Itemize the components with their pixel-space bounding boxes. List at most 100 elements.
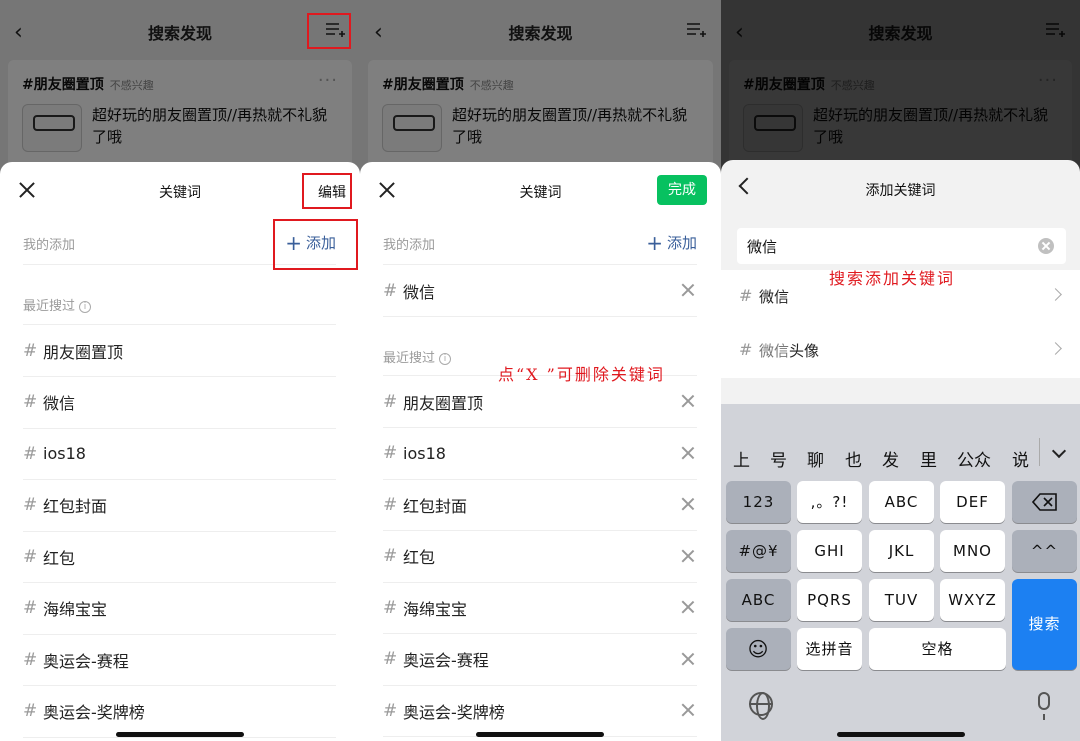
hash-icon: # bbox=[23, 392, 38, 412]
sheet-header: 添加关键词 bbox=[721, 160, 1080, 218]
candidate[interactable]: 也 bbox=[845, 446, 862, 471]
keyword-row[interactable]: # 奥运会-奖牌榜 bbox=[23, 686, 336, 738]
candidate[interactable]: 发 bbox=[882, 446, 899, 471]
delete-icon[interactable] bbox=[681, 497, 695, 511]
keyword-row[interactable]: # 海绵宝宝 bbox=[383, 582, 697, 634]
delete-icon[interactable] bbox=[681, 394, 695, 408]
my-added-label: 我的添加 bbox=[383, 238, 436, 253]
hash-icon: # bbox=[23, 340, 38, 361]
keyword-label: 微信 bbox=[403, 282, 436, 302]
key-symbols[interactable]: #@¥ bbox=[726, 530, 791, 572]
key-wxyz[interactable]: WXYZ bbox=[940, 579, 1005, 621]
keyword-row[interactable]: # ios18 bbox=[383, 428, 697, 480]
hash-icon: # bbox=[383, 546, 398, 566]
candidate-bar: 上 号 聊 也 发 里 公众 说 bbox=[721, 404, 1080, 471]
chevron-right-icon bbox=[1049, 288, 1062, 301]
key-def[interactable]: DEF bbox=[940, 481, 1005, 523]
panel-add-keyword: ‹ 搜索发现 #朋友圈置顶不感兴趣 ··· 超好玩的朋友圈置顶//再热就不礼貌了… bbox=[721, 0, 1080, 741]
keyword-search-box bbox=[737, 228, 1066, 264]
my-added-label: 我的添加 bbox=[23, 238, 76, 253]
hash-icon: # bbox=[383, 443, 398, 463]
space-key[interactable]: 空格 bbox=[869, 628, 1006, 670]
chevron-right-icon bbox=[1049, 342, 1062, 355]
key-ghi[interactable]: GHI bbox=[797, 530, 862, 572]
chevron-down-icon[interactable] bbox=[1051, 443, 1067, 459]
candidate[interactable]: 聊 bbox=[807, 446, 824, 471]
keyword-label: ios18 bbox=[403, 443, 446, 463]
key-tone[interactable]: ^^ bbox=[1012, 530, 1077, 572]
hash-icon: # bbox=[383, 391, 398, 412]
suggestion-item[interactable]: # 微信头像 bbox=[721, 324, 1080, 378]
key-pinyin[interactable]: 选拼音 bbox=[797, 628, 862, 670]
hash-icon: # bbox=[23, 701, 38, 721]
keyword-row[interactable]: # 红包 bbox=[383, 531, 697, 583]
sheet-title: 添加关键词 bbox=[865, 183, 936, 199]
keyword-row[interactable]: # ios18 bbox=[23, 428, 336, 480]
emoji-key[interactable]: ☺ bbox=[726, 628, 791, 670]
divider bbox=[1039, 438, 1040, 466]
key-delete[interactable] bbox=[1012, 481, 1077, 523]
globe-icon[interactable] bbox=[749, 692, 773, 720]
keyword-row[interactable]: # 奥运会-赛程 bbox=[383, 634, 697, 686]
keyword-row[interactable]: # 微信 bbox=[23, 377, 336, 429]
add-keyword-button[interactable]: + 添加 bbox=[646, 231, 697, 255]
search-key[interactable]: 搜索 bbox=[1012, 579, 1077, 670]
keyword-row[interactable]: # 微信 bbox=[383, 265, 697, 317]
keyword-row[interactable]: # 奥运会-奖牌榜 bbox=[383, 685, 697, 737]
key-tuv[interactable]: TUV bbox=[869, 579, 934, 621]
candidate[interactable]: 号 bbox=[770, 446, 787, 471]
hash-icon: # bbox=[383, 649, 398, 669]
keyword-row[interactable]: # 奥运会-赛程 bbox=[23, 634, 336, 686]
keyword-search-input[interactable] bbox=[747, 234, 1027, 258]
info-icon[interactable]: i bbox=[79, 301, 92, 313]
recent-label: 最近搜过 i bbox=[383, 347, 452, 366]
candidate[interactable]: 说 bbox=[1012, 446, 1029, 471]
keyword-row[interactable]: # 朋友圈置顶 bbox=[23, 325, 336, 377]
done-button[interactable]: 完成 bbox=[657, 175, 707, 205]
key-jkl[interactable]: JKL bbox=[869, 530, 934, 572]
key-123[interactable]: 123 bbox=[726, 481, 791, 523]
delete-icon[interactable] bbox=[681, 549, 695, 563]
keyword-label: 海绵宝宝 bbox=[403, 599, 468, 619]
delete-icon[interactable] bbox=[681, 652, 695, 666]
key-abc-switch[interactable]: ABC bbox=[726, 579, 791, 621]
candidate[interactable]: 上 bbox=[733, 446, 750, 471]
screenshot-triptych: ‹ 搜索发现 #朋友圈置顶不感兴趣 ··· 超好玩的朋友圈置顶//再热就不礼貌了… bbox=[0, 0, 1080, 741]
candidate[interactable]: 里 bbox=[920, 446, 937, 471]
hash-icon: # bbox=[23, 598, 38, 618]
hash-icon: # bbox=[383, 597, 398, 618]
key-punctuation[interactable]: ,。?! bbox=[797, 481, 862, 523]
highlight-box-add bbox=[273, 219, 358, 270]
keyword-label: 海绵宝宝 bbox=[43, 600, 108, 619]
delete-icon[interactable] bbox=[681, 703, 695, 717]
key-pqrs[interactable]: PQRS bbox=[797, 579, 862, 621]
annotation-delete-hint: 点“X ”可删除关键词 bbox=[498, 365, 665, 384]
home-indicator bbox=[476, 732, 604, 737]
keyword-label: 朋友圈置顶 bbox=[403, 393, 484, 413]
clear-icon[interactable] bbox=[1038, 238, 1054, 254]
home-indicator bbox=[837, 732, 965, 737]
panel-edit-keywords: ‹ 搜索发现 #朋友圈置顶不感兴趣 超好玩的朋友圈置顶//再热就不礼貌了哦 关键… bbox=[360, 0, 721, 741]
microphone-icon[interactable] bbox=[1038, 692, 1050, 720]
keyword-row[interactable]: # 红包封面 bbox=[23, 480, 336, 532]
keyword-row[interactable]: # 红包 bbox=[23, 531, 336, 583]
panel-keywords: ‹ 搜索发现 #朋友圈置顶不感兴趣 ··· 超好玩的朋友圈置顶//再热就不礼貌了… bbox=[0, 0, 360, 741]
candidate[interactable]: 公众 bbox=[957, 446, 991, 471]
keyword-row[interactable]: # 海绵宝宝 bbox=[23, 583, 336, 635]
delete-icon[interactable] bbox=[681, 446, 695, 460]
highlight-box-edit bbox=[302, 173, 352, 209]
hash-icon: # bbox=[23, 649, 38, 670]
key-abc[interactable]: ABC bbox=[869, 481, 934, 523]
hash-icon: # bbox=[739, 340, 753, 359]
delete-icon[interactable] bbox=[681, 283, 695, 297]
keyword-label: 奥运会-赛程 bbox=[43, 651, 129, 671]
delete-icon[interactable] bbox=[681, 600, 695, 614]
key-mno[interactable]: MNO bbox=[940, 530, 1005, 572]
keyword-label: 红包 bbox=[403, 548, 436, 567]
info-icon[interactable]: i bbox=[439, 353, 452, 365]
keyword-label: 微信 bbox=[43, 394, 76, 413]
keyword-row[interactable]: # 红包封面 bbox=[383, 479, 697, 531]
keyword-label: ios18 bbox=[43, 444, 86, 463]
hash-icon: # bbox=[23, 546, 38, 567]
hash-icon: # bbox=[383, 494, 398, 515]
